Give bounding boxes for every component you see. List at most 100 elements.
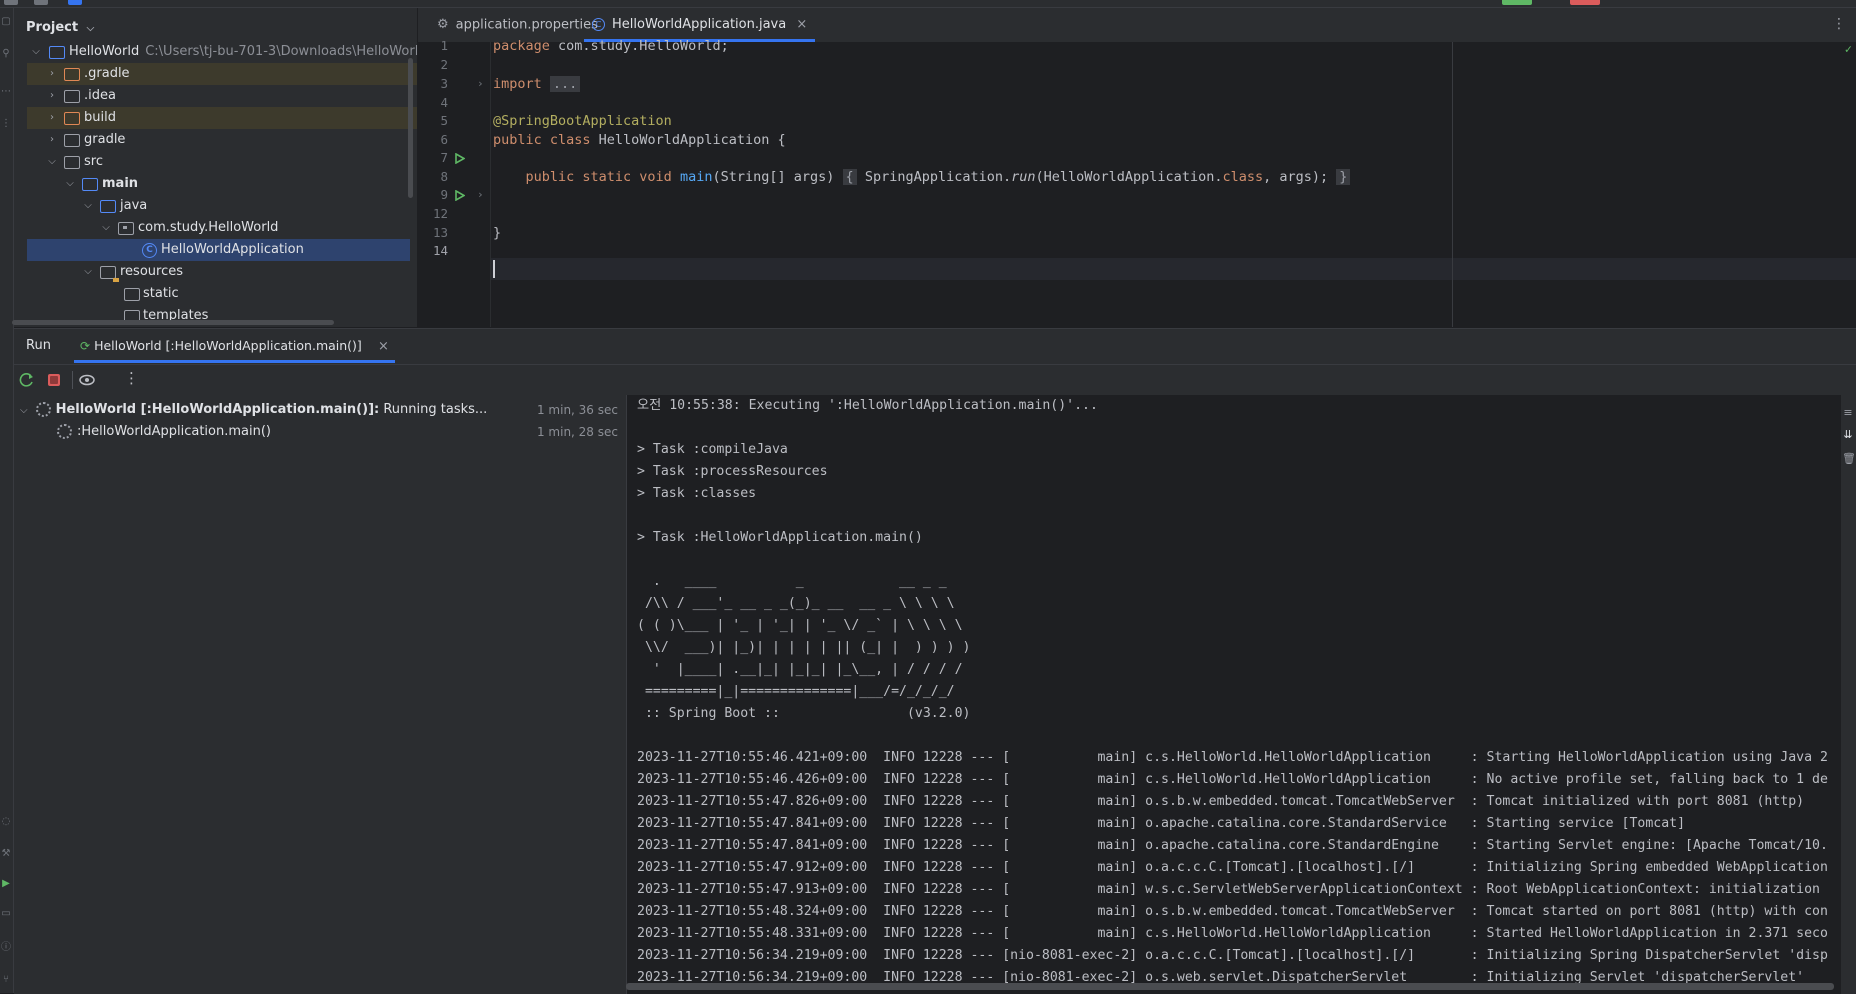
tab-run-config[interactable]: ⟳ HelloWorld [:HelloWorldApplication.main… <box>74 329 395 363</box>
fold-chevron-icon[interactable]: › <box>477 185 484 205</box>
commit-tool-icon[interactable]: ⚲ <box>0 48 12 60</box>
more-options-icon[interactable]: ⋮ <box>124 369 139 387</box>
tree-item-static[interactable]: static <box>27 283 417 305</box>
console-side-toolbar: ≡ ⇊ 🗑 <box>1841 395 1856 994</box>
code-editor[interactable]: 1 2 3 4 5 6 7 8 9 12 13 14 › › package c… <box>418 38 1856 327</box>
tree-item-gradle-dir[interactable]: › .gradle <box>27 63 417 85</box>
chevron-down-icon[interactable]: ⌵ <box>46 151 58 173</box>
code-keyword: class <box>1222 169 1264 185</box>
app-menu-icon[interactable] <box>4 0 18 5</box>
project-horizontal-scrollbar[interactable] <box>12 320 334 325</box>
close-icon[interactable]: × <box>378 339 389 354</box>
chevron-down-icon[interactable]: ⌵ <box>100 217 112 239</box>
structure-tool-icon[interactable]: ⋯ <box>0 86 12 98</box>
project-vertical-scrollbar[interactable] <box>408 58 413 198</box>
tree-item-resources[interactable]: ⌵ resources <box>27 261 417 283</box>
console-line: 2023-11-27T10:55:48.331+09:00 INFO 12228… <box>637 926 1828 941</box>
chevron-down-icon[interactable]: ⌵ <box>82 195 94 217</box>
bookmarks-tool-icon[interactable]: ⋮ <box>0 118 12 130</box>
console-line: 2023-11-27T10:55:47.826+09:00 INFO 12228… <box>637 794 1805 809</box>
chevron-down-icon[interactable]: ⌵ <box>82 261 94 283</box>
right-margin-guide <box>1452 42 1453 327</box>
run-gutter-icon[interactable] <box>455 190 465 201</box>
tab-label: HelloWorld [:HelloWorldApplication.main(… <box>94 338 362 353</box>
stop-icon[interactable] <box>45 371 63 389</box>
line-number: 3 <box>440 76 448 91</box>
package-icon <box>118 222 134 235</box>
tree-item-label: gradle <box>84 132 126 147</box>
chevron-right-icon[interactable]: › <box>46 129 58 151</box>
chevron-down-icon[interactable]: ⌵ <box>64 173 76 195</box>
eye-icon[interactable] <box>78 371 96 389</box>
code-keyword: package <box>493 38 550 54</box>
tree-item-package[interactable]: ⌵ com.study.HelloWorld <box>27 217 417 239</box>
folder-icon <box>64 90 80 103</box>
resources-folder-icon <box>100 266 119 282</box>
console-line: 2023-11-27T10:55:46.421+09:00 INFO 12228… <box>637 750 1828 765</box>
console-horizontal-scrollbar[interactable] <box>626 983 1834 990</box>
chevron-down-icon[interactable]: ⌵ <box>20 405 28 416</box>
scroll-to-end-icon[interactable]: ⇊ <box>1842 429 1854 441</box>
run-window-title: Run <box>26 338 51 353</box>
editor-gutter: 1 2 3 4 5 6 7 8 9 12 13 14 › › <box>418 38 491 327</box>
fold-chevron-icon[interactable]: › <box>477 74 484 94</box>
tab-label: application.properties <box>455 17 598 33</box>
console-line: > Task :classes <box>637 486 757 501</box>
tab-label: HelloWorldApplication.java <box>612 17 787 32</box>
code-line-13: } <box>493 225 502 241</box>
run-gutter-icon[interactable] <box>455 153 465 164</box>
tree-item-helloworldapplication[interactable]: C HelloWorldApplication <box>27 239 410 261</box>
soft-wrap-icon[interactable]: ≡ <box>1842 407 1854 419</box>
tree-item-label: src <box>84 154 103 169</box>
chevron-down-icon[interactable]: ⌵ <box>30 41 42 63</box>
git-tool-icon[interactable]: ⑂ <box>0 974 12 986</box>
chevron-right-icon[interactable]: › <box>46 107 58 129</box>
trash-icon[interactable]: 🗑 <box>1842 453 1856 465</box>
close-icon[interactable]: × <box>796 17 807 32</box>
toolbar-separator <box>72 371 73 389</box>
tree-item-idea[interactable]: › .idea <box>27 85 417 107</box>
line-number: 7 <box>440 150 448 165</box>
services-tool-icon[interactable]: ◌ <box>0 816 12 828</box>
line-number: 9 <box>440 187 448 202</box>
console-line: 2023-11-27T10:55:47.913+09:00 INFO 12228… <box>637 882 1828 897</box>
console-line: 오전 10:55:38: Executing ':HelloWorldAppli… <box>637 398 1098 413</box>
task-duration: 1 min, 28 sec <box>536 425 618 439</box>
chevron-right-icon[interactable]: › <box>46 85 58 107</box>
folded-brace[interactable]: { <box>842 169 857 185</box>
tree-item-main[interactable]: ⌵ main <box>27 173 417 195</box>
tree-item-helloworld[interactable]: ⌵ HelloWorld C:\Users\tj-bu-701-3\Downloa… <box>27 41 417 63</box>
stop-button-strip[interactable] <box>1570 0 1600 5</box>
more-tabs-icon[interactable]: ⋮ <box>1832 16 1846 32</box>
toolbar-icon[interactable] <box>34 0 48 5</box>
tree-item-src[interactable]: ⌵ src <box>27 151 417 173</box>
console-line: > Task :HelloWorldApplication.main() <box>637 530 923 545</box>
console-line: > Task :processResources <box>637 464 828 479</box>
tree-item-gradle[interactable]: › gradle <box>27 129 417 151</box>
folded-brace[interactable]: } <box>1336 169 1351 185</box>
console-line: =========|_|==============|___/=/_/_/_/ <box>637 684 955 699</box>
text-caret <box>493 260 495 278</box>
project-view-selector[interactable]: Project ⌵ <box>26 18 94 38</box>
source-folder-icon <box>82 178 98 191</box>
run-tool-icon[interactable]: ▶ <box>0 878 12 890</box>
build-tool-icon[interactable]: ⚒ <box>0 848 12 860</box>
tree-item-build[interactable]: › build <box>27 107 417 129</box>
project-tool-icon[interactable]: ▢ <box>0 16 12 28</box>
inspection-ok-icon[interactable]: ✓ <box>1845 42 1852 56</box>
problems-tool-icon[interactable]: ⓘ <box>0 942 12 954</box>
console-line: 2023-11-27T10:55:48.324+09:00 INFO 12228… <box>637 904 1828 919</box>
console-line: :: Spring Boot :: (v3.2.0) <box>637 706 971 721</box>
run-task-root[interactable]: ⌵ HelloWorld [:HelloWorldApplication.main… <box>20 399 487 421</box>
rerun-icon[interactable] <box>18 371 36 389</box>
console-line: /\\ / ___'_ __ _ _(_)_ __ __ _ \ \ \ \ <box>637 596 955 611</box>
run-button-strip[interactable] <box>1502 0 1532 5</box>
folded-imports[interactable]: ... <box>549 76 581 92</box>
run-task-child[interactable]: :HelloWorldApplication.main() <box>57 421 271 443</box>
tree-item-label: build <box>84 110 116 125</box>
console-output[interactable]: 오전 10:55:38: Executing ':HelloWorldAppli… <box>627 395 1841 994</box>
tree-item-java[interactable]: ⌵ java <box>27 195 417 217</box>
project-widget-icon[interactable] <box>68 0 82 5</box>
chevron-right-icon[interactable]: › <box>46 63 58 85</box>
terminal-tool-icon[interactable]: ▭ <box>0 908 12 920</box>
